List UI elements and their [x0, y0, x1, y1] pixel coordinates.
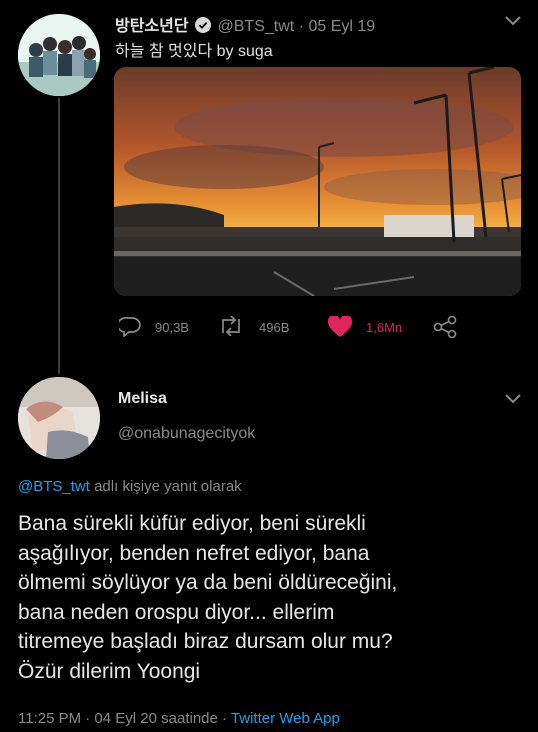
- reply-to-link[interactable]: @BTS_twt: [18, 478, 90, 495]
- tweet-photo[interactable]: [114, 67, 521, 296]
- bts-avatar[interactable]: [18, 14, 100, 96]
- reply-author-name[interactable]: Melisa: [118, 390, 167, 408]
- author-name[interactable]: 방탄소년단: [115, 18, 189, 35]
- reply-line: ölmemi söylüyor ya da beni öldüreceğini,: [18, 571, 398, 594]
- reply-author-handle[interactable]: @onabunagecityok: [118, 425, 255, 443]
- thread-line: [58, 98, 60, 374]
- tweet-text: 하늘 참 멋있다 by suga: [115, 43, 273, 60]
- like-count: 1,6Mn: [366, 320, 403, 335]
- chevron-down-icon[interactable]: [504, 15, 522, 27]
- reply-to-suffix: adlı kişiye yanıt olarak: [89, 478, 242, 495]
- heart-icon[interactable]: [327, 316, 353, 338]
- tweet-header: 방탄소년단 @BTS_twt · 05 Eyl 19: [115, 12, 375, 38]
- share-icon[interactable]: [433, 316, 457, 338]
- reply-line: Özür dilerim Yoongi: [18, 659, 201, 683]
- source-link[interactable]: Twitter Web App: [231, 710, 340, 727]
- reply-meta: 11:25 PM · 04 Eyl 20 saatinde · Twitter …: [18, 710, 340, 727]
- author-handle[interactable]: @BTS_twt: [218, 18, 295, 35]
- melisa-avatar[interactable]: [18, 377, 100, 459]
- reply-line: bana neden orospu diyor... ellerim: [18, 600, 335, 624]
- reply-body: Bana sürekli küfür ediyor, beni sürekli …: [18, 509, 397, 686]
- reply-line: titremeye başladı biraz dursam olur mu?: [18, 630, 393, 653]
- reply-count: 90,3B: [155, 320, 189, 335]
- retweet-count: 496B: [259, 320, 290, 335]
- reply-line: aşağılıyor, benden nefret ediyor, bana: [18, 541, 370, 565]
- separator-dot: ·: [298, 18, 304, 35]
- reply-timestamp[interactable]: 11:25 PM · 04 Eyl 20 saatinde ·: [18, 710, 231, 727]
- reply-context: @BTS_twt adlı kişiye yanıt olarak: [18, 478, 242, 495]
- reply-icon[interactable]: [119, 317, 141, 337]
- verified-badge-icon: [195, 17, 212, 38]
- retweet-icon[interactable]: [218, 316, 244, 336]
- reply-chevron-down-icon[interactable]: [504, 393, 522, 405]
- reply-line: Bana sürekli küfür ediyor, beni sürekli: [18, 512, 366, 535]
- tweet-date[interactable]: 05 Eyl 19: [308, 18, 375, 35]
